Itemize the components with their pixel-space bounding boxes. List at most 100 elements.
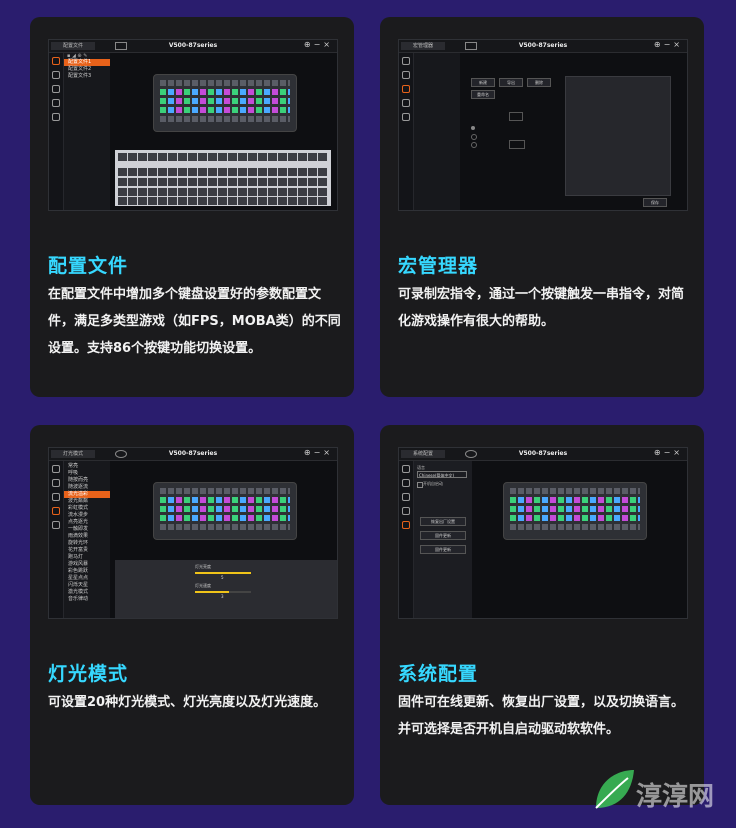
- minimize-icon[interactable]: −: [314, 40, 324, 49]
- title-bar: 宏管理器 V500-87series ⊕−×: [399, 40, 687, 53]
- list-item[interactable]: 彩虹模式: [64, 505, 110, 512]
- firmware-update-button[interactable]: 固件更新: [420, 531, 466, 540]
- radio-option[interactable]: [471, 126, 475, 130]
- list-item[interactable]: 激光模式: [64, 589, 110, 596]
- card-profile: 配置文件 V500-87series ⊕−× ▪ ◢ ⊕ ✎ 配置文件1 配置文…: [30, 17, 354, 397]
- sidebar: [399, 53, 414, 210]
- list-item[interactable]: 音乐律动: [64, 596, 110, 603]
- globe-icon[interactable]: ⊕: [654, 448, 664, 457]
- keyboard-preview: [503, 482, 647, 540]
- profile-icon[interactable]: [52, 465, 60, 473]
- close-icon[interactable]: ×: [323, 40, 333, 49]
- list-item[interactable]: 点亮逐光: [64, 519, 110, 526]
- rename-button[interactable]: 重命名: [471, 90, 495, 99]
- list-item[interactable]: 随波逐流: [64, 484, 110, 491]
- light-icon[interactable]: [402, 507, 410, 515]
- globe-icon[interactable]: ⊕: [304, 40, 314, 49]
- title-bar: 系统配置 V500-87series ⊕−×: [399, 448, 687, 461]
- firmware-update-button[interactable]: 固件更新: [420, 545, 466, 554]
- macro-icon[interactable]: [52, 493, 60, 501]
- brightness-label: 灯光亮度: [195, 564, 211, 569]
- light-icon[interactable]: [52, 99, 60, 107]
- profile-icon[interactable]: [402, 57, 410, 65]
- save-button[interactable]: 保存: [643, 198, 667, 207]
- brightness-slider[interactable]: [195, 572, 251, 574]
- card-macro: 宏管理器 V500-87series ⊕−× 新建 导出 删除 重命名 保存 宏…: [380, 17, 704, 397]
- radio-option[interactable]: [471, 142, 477, 148]
- macro-list: [414, 53, 460, 210]
- light-icon[interactable]: [52, 507, 60, 515]
- loop-count-input[interactable]: [509, 112, 523, 121]
- speed-label: 灯光速度: [195, 583, 211, 588]
- delay-input[interactable]: [509, 140, 525, 149]
- card-heading: 宏管理器: [398, 255, 479, 277]
- list-item[interactable]: 配置文件3: [64, 73, 110, 80]
- list-item[interactable]: 呼吸: [64, 470, 110, 477]
- list-item[interactable]: 旋转光环: [64, 540, 110, 547]
- title-bar: 灯光模式 V500-87series ⊕−×: [49, 448, 337, 461]
- keyboard-nav-icon[interactable]: [402, 479, 410, 487]
- macro-screenshot: 宏管理器 V500-87series ⊕−× 新建 导出 删除 重命名 保存: [398, 39, 688, 211]
- profile-list: ▪ ◢ ⊕ ✎ 配置文件1 配置文件2 配置文件3: [64, 53, 110, 210]
- profile-icon[interactable]: [402, 465, 410, 473]
- system-panel: 语言 Chinese(简体中文) 开机自启动 恢复出厂设置 固件更新 固件更新: [414, 461, 472, 618]
- close-icon[interactable]: ×: [323, 448, 333, 457]
- keyboard-nav-icon[interactable]: [52, 479, 60, 487]
- card-description: 可录制宏指令，通过一个按键触发一串指令，对简化游戏操作有很大的帮助。: [398, 287, 685, 329]
- macro-icon[interactable]: [52, 85, 60, 93]
- light-mode-list: 常亮 呼吸 随按而亮 随波逐流 流光溢彩 波光粼粼 彩虹模式 流水漫步 点亮逐光…: [64, 461, 110, 618]
- profile-icon[interactable]: [52, 57, 60, 65]
- card-system: 系统配置 V500-87series ⊕−× 语言 Chinese(简体中文) …: [380, 425, 704, 805]
- list-item[interactable]: 随按而亮: [64, 477, 110, 484]
- new-button[interactable]: 新建: [471, 78, 495, 87]
- card-description: 可设置20种灯光模式、灯光亮度以及灯光速度。: [48, 695, 327, 710]
- list-item[interactable]: 流光溢彩: [64, 491, 110, 498]
- sidebar: [49, 53, 64, 210]
- list-item[interactable]: 流水漫步: [64, 512, 110, 519]
- delete-button[interactable]: 删除: [527, 78, 551, 87]
- virtual-keyboard[interactable]: [115, 150, 331, 206]
- list-item[interactable]: 波光粼粼: [64, 498, 110, 505]
- globe-icon[interactable]: ⊕: [654, 40, 664, 49]
- language-select[interactable]: Chinese(简体中文): [417, 471, 467, 478]
- radio-option[interactable]: [471, 134, 477, 140]
- settings-icon[interactable]: [402, 113, 410, 121]
- keyboard-nav-icon[interactable]: [402, 71, 410, 79]
- window-controls: ⊕−×: [304, 448, 333, 457]
- factory-reset-button[interactable]: 恢复出厂设置: [420, 517, 466, 526]
- minimize-icon[interactable]: −: [664, 448, 674, 457]
- list-item[interactable]: 彩色跳跃: [64, 568, 110, 575]
- speed-slider[interactable]: [195, 591, 251, 593]
- close-icon[interactable]: ×: [673, 448, 683, 457]
- globe-icon[interactable]: ⊕: [304, 448, 314, 457]
- list-item[interactable]: 雨滴效果: [64, 533, 110, 540]
- window-title: V500-87series: [518, 450, 568, 457]
- export-button[interactable]: 导出: [499, 78, 523, 87]
- leaf-icon: [595, 770, 634, 809]
- light-icon[interactable]: [402, 99, 410, 107]
- keyboard-nav-icon[interactable]: [52, 71, 60, 79]
- list-item[interactable]: 一触即发: [64, 526, 110, 533]
- minimize-icon[interactable]: −: [664, 40, 674, 49]
- close-icon[interactable]: ×: [673, 40, 683, 49]
- lighting-controls: 灯光亮度 5 灯光速度 3: [115, 560, 337, 618]
- minimize-icon[interactable]: −: [314, 448, 324, 457]
- list-item[interactable]: 配置文件1: [64, 59, 110, 66]
- window-controls: ⊕−×: [654, 448, 683, 457]
- profile-screenshot: 配置文件 V500-87series ⊕−× ▪ ◢ ⊕ ✎ 配置文件1 配置文…: [48, 39, 338, 211]
- list-item[interactable]: 跑马灯: [64, 554, 110, 561]
- settings-icon[interactable]: [402, 521, 410, 529]
- macro-icon[interactable]: [402, 493, 410, 501]
- list-item[interactable]: 配置文件2: [64, 66, 110, 73]
- list-item[interactable]: 花开富贵: [64, 547, 110, 554]
- list-item[interactable]: 闪烁天星: [64, 582, 110, 589]
- macro-icon[interactable]: [402, 85, 410, 93]
- list-item[interactable]: 星星点点: [64, 575, 110, 582]
- window-controls: ⊕−×: [304, 40, 333, 49]
- list-item[interactable]: 游戏风暴: [64, 561, 110, 568]
- speed-value: 3: [221, 594, 224, 599]
- list-item[interactable]: 常亮: [64, 463, 110, 470]
- settings-icon[interactable]: [52, 521, 60, 529]
- macro-event-list[interactable]: [565, 76, 671, 196]
- settings-icon[interactable]: [52, 113, 60, 121]
